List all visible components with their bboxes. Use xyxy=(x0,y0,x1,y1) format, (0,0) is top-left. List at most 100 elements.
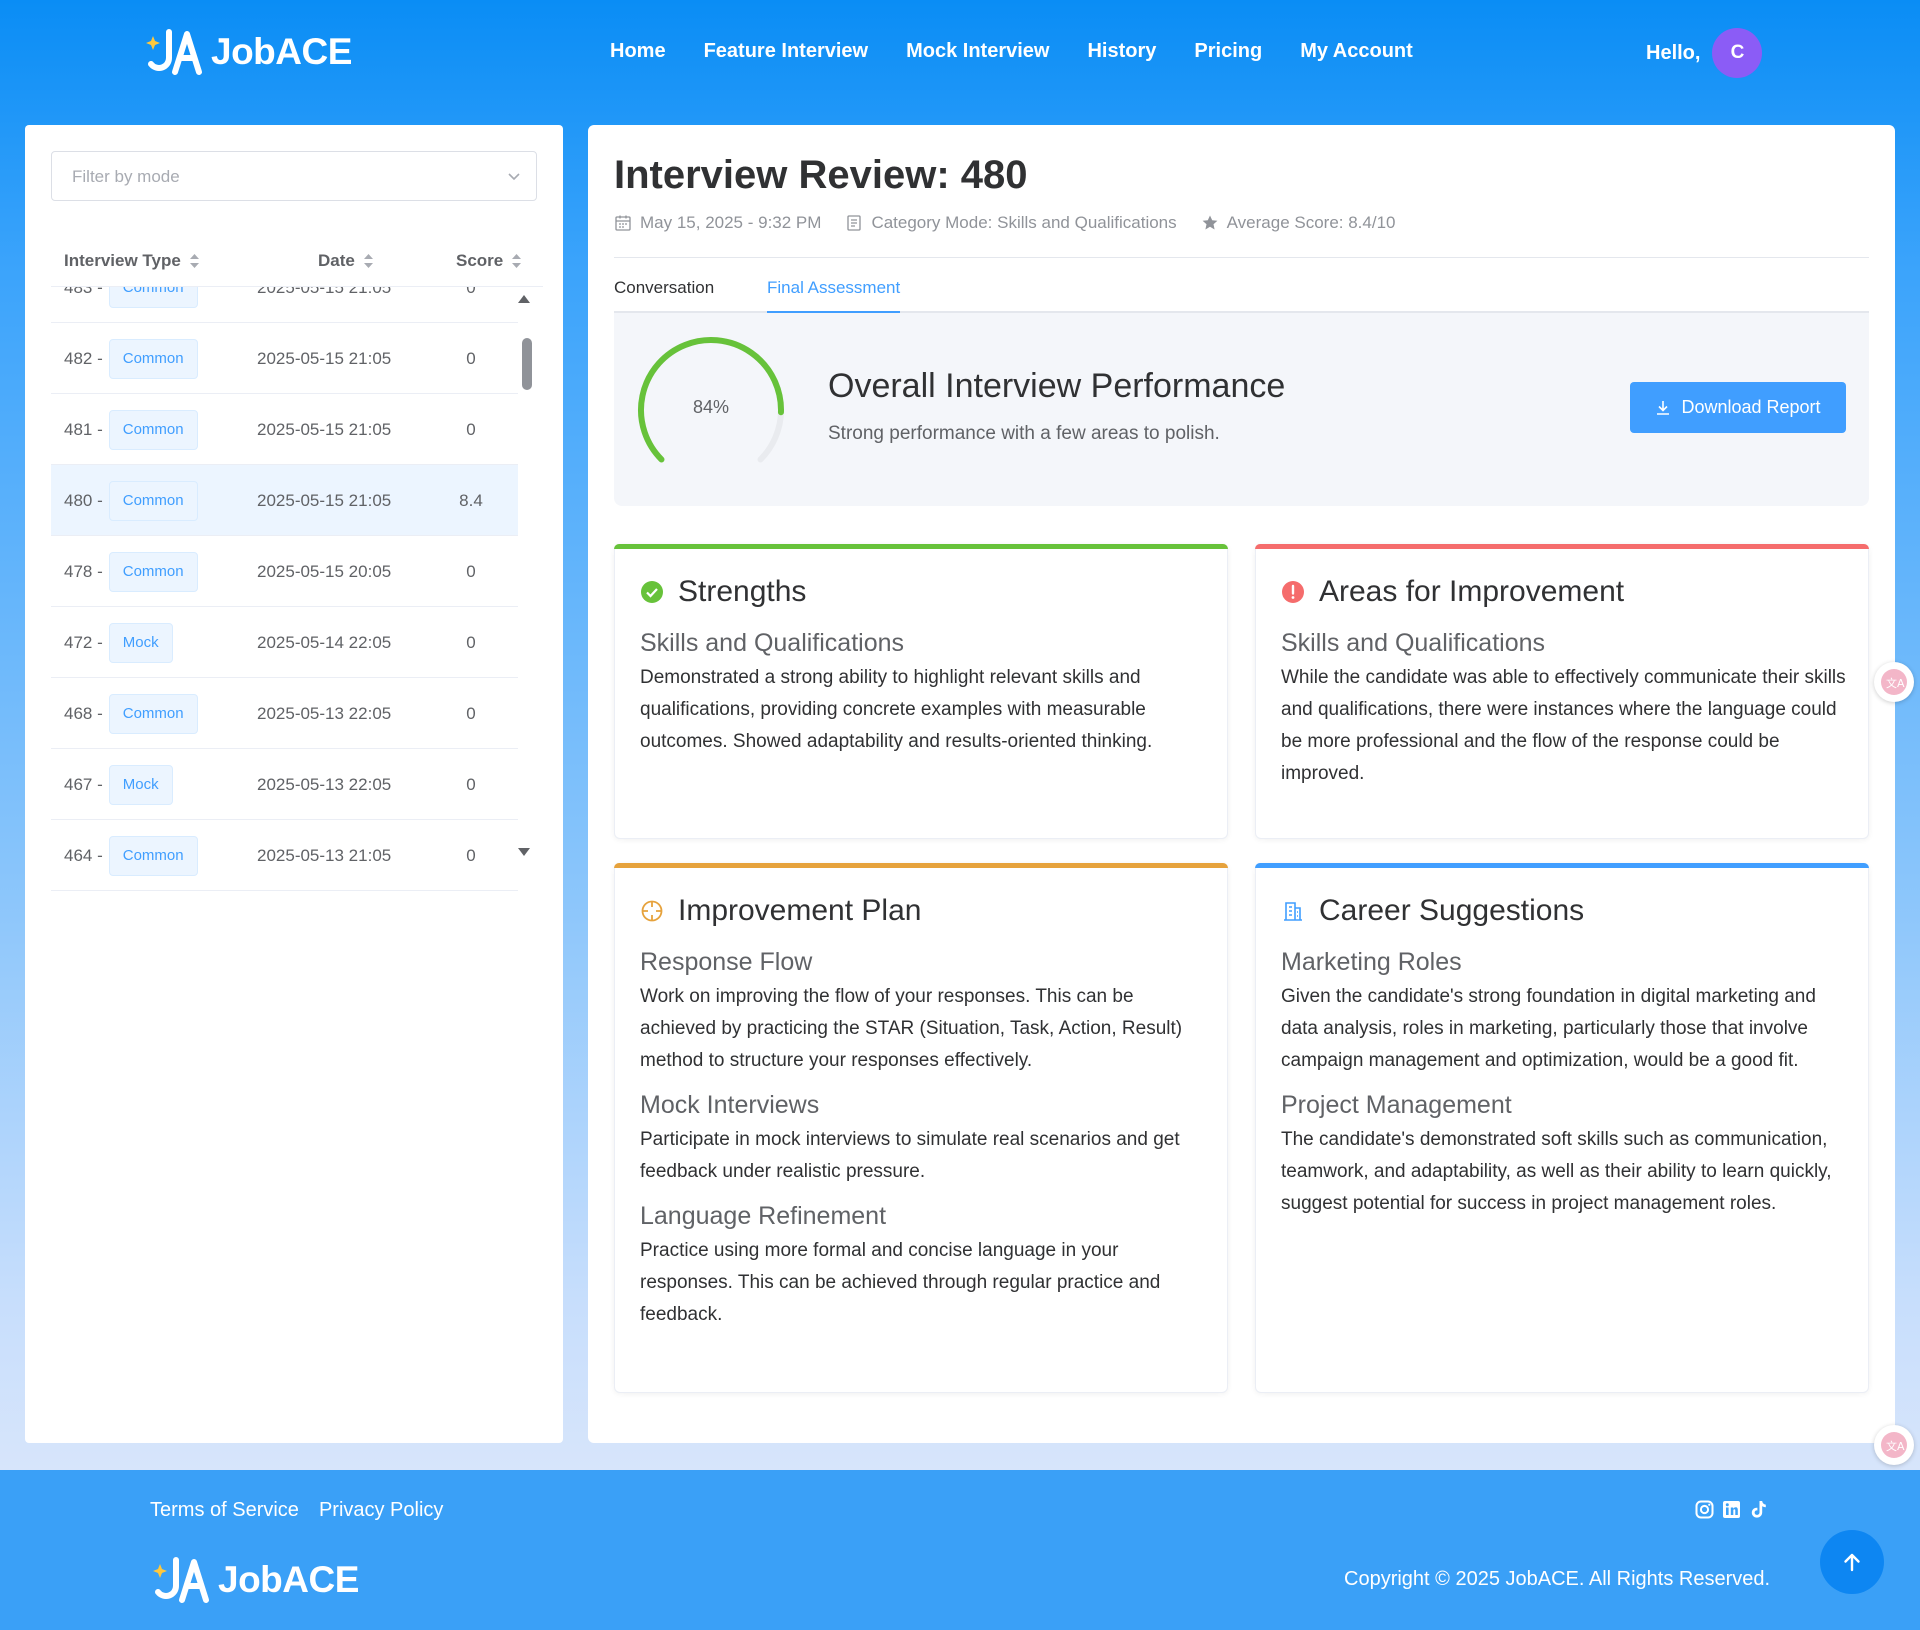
back-to-top-button[interactable] xyxy=(1820,1530,1884,1594)
history-sidebar: Filter by mode Interview Type Date Score… xyxy=(25,125,563,1443)
download-report-button[interactable]: Download Report xyxy=(1630,382,1846,433)
row-score: 0 xyxy=(466,703,476,723)
linkedin-icon[interactable] xyxy=(1721,1499,1742,1520)
translate-button[interactable]: 文A xyxy=(1874,662,1914,702)
mode-filter-select[interactable]: Filter by mode xyxy=(51,151,537,201)
type-tag: Common xyxy=(108,693,198,734)
terms-link[interactable]: Terms of Service xyxy=(150,1499,299,1522)
sort-icon xyxy=(363,254,373,268)
scrollbar-thumb[interactable] xyxy=(522,338,532,390)
row-id-cell: 482 - Common xyxy=(64,323,198,394)
tab-final-assessment[interactable]: Final Assessment xyxy=(767,270,901,313)
tiktok-icon[interactable] xyxy=(1748,1499,1769,1520)
table-row[interactable]: 481 - Common 2025-05-15 21:05 0 xyxy=(51,394,518,465)
nav-home[interactable]: Home xyxy=(610,40,666,63)
table-row[interactable]: 483 - Common 2025-05-15 21:05 0 xyxy=(51,287,518,323)
table-row[interactable]: 472 - Mock 2025-05-14 22:05 0 xyxy=(51,607,518,678)
document-icon xyxy=(847,215,862,231)
top-header: JobACE Home Feature Interview Mock Inter… xyxy=(0,0,1920,106)
card-title: Improvement Plan xyxy=(678,894,922,927)
instagram-icon[interactable] xyxy=(1694,1499,1715,1520)
nav-history[interactable]: History xyxy=(1087,40,1156,63)
row-id: 467 - xyxy=(64,774,103,794)
translate-button[interactable]: 文A xyxy=(1874,1425,1914,1465)
table-row[interactable]: 468 - Common 2025-05-13 22:05 0 xyxy=(51,678,518,749)
table-row[interactable]: 482 - Common 2025-05-15 21:05 0 xyxy=(51,323,518,394)
table-header: Interview Type Date Score xyxy=(51,235,543,287)
section-heading: Mock Interviews xyxy=(640,1091,820,1119)
sort-icon xyxy=(512,254,522,268)
scroll-down-arrow-icon[interactable] xyxy=(518,848,530,856)
site-footer: Terms of Service Privacy Policy JobACE C… xyxy=(0,1470,1920,1630)
column-interview-type[interactable]: Interview Type xyxy=(64,235,200,287)
table-row[interactable]: 464 - Common 2025-05-13 21:05 0 xyxy=(51,820,518,891)
nav-my-account[interactable]: My Account xyxy=(1300,40,1413,63)
performance-summary: 84% Overall Interview Performance Strong… xyxy=(614,313,1869,506)
card-accent-bar xyxy=(614,544,1228,549)
column-label: Interview Type xyxy=(64,251,181,270)
section-heading: Skills and Qualifications xyxy=(640,629,905,657)
row-score: 0 xyxy=(466,632,476,652)
nav-mock-interview[interactable]: Mock Interview xyxy=(906,40,1049,63)
office-building-icon xyxy=(1284,902,1302,921)
section-text: The candidate's demonstrated soft skills… xyxy=(1281,1129,1832,1214)
card-accent-bar xyxy=(1255,544,1869,549)
row-score: 0 xyxy=(466,845,476,865)
logo-mark-icon xyxy=(146,29,202,75)
warning-circle-icon xyxy=(1282,581,1304,603)
section-text: Practice using more formal and concise l… xyxy=(640,1240,1161,1325)
section-text: Work on improving the flow of your respo… xyxy=(640,986,1183,1071)
row-score: 8.4 xyxy=(459,490,483,510)
review-panel: Interview Review: 480 May 15, 2025 - 9:3… xyxy=(588,125,1895,1443)
logo-mark-icon xyxy=(153,1557,209,1603)
tab-conversation[interactable]: Conversation xyxy=(614,270,714,313)
meta-average-text: Average Score: 8.4/10 xyxy=(1226,213,1396,232)
section-heading: Project Management xyxy=(1281,1091,1512,1119)
scroll-up-arrow-icon[interactable] xyxy=(518,295,530,303)
card-title: Areas for Improvement xyxy=(1319,575,1625,608)
section-text: Participate in mock interviews to simula… xyxy=(640,1129,1180,1182)
column-score[interactable]: Score xyxy=(456,235,522,287)
row-id: 483 - xyxy=(64,287,103,297)
privacy-link[interactable]: Privacy Policy xyxy=(319,1499,443,1522)
row-date: 2025-05-13 22:05 xyxy=(257,703,392,723)
row-id: 468 - xyxy=(64,703,103,723)
page-title: Interview Review: 480 xyxy=(614,153,1028,197)
table-row[interactable]: 478 - Common 2025-05-15 20:05 0 xyxy=(51,536,518,607)
type-tag: Mock xyxy=(108,764,173,805)
arrow-up-icon xyxy=(1844,1553,1860,1572)
footer-brand-logo[interactable]: JobACE xyxy=(152,1556,359,1604)
main-nav: Home Feature Interview Mock Interview Hi… xyxy=(610,40,1413,63)
column-date[interactable]: Date xyxy=(318,235,374,287)
row-date: 2025-05-15 21:05 xyxy=(257,490,392,510)
section-heading: Language Refinement xyxy=(640,1202,887,1230)
divider xyxy=(614,257,1869,258)
type-tag: Common xyxy=(108,551,198,592)
row-id-cell: 468 - Common xyxy=(64,678,198,749)
brand-logo[interactable]: JobACE xyxy=(145,28,352,76)
card-header: Strengths xyxy=(640,575,806,609)
table-row[interactable]: 467 - Mock 2025-05-13 22:05 0 xyxy=(51,749,518,820)
section-text: Given the candidate's strong foundation … xyxy=(1281,986,1816,1071)
filter-placeholder: Filter by mode xyxy=(72,167,180,186)
row-id-cell: 481 - Common xyxy=(64,394,198,465)
copyright-text: Copyright © 2025 JobACE. All Rights Rese… xyxy=(1344,1568,1771,1590)
download-label: Download Report xyxy=(1681,397,1821,417)
card-body: Skills and Qualifications While the cand… xyxy=(1281,629,1849,804)
row-score: 0 xyxy=(466,287,476,297)
row-id: 464 - xyxy=(64,845,103,865)
avatar[interactable]: C xyxy=(1712,28,1763,78)
row-date: 2025-05-13 22:05 xyxy=(257,774,392,794)
gauge-percent-label: 84% xyxy=(692,397,730,417)
interview-table-body: 483 - Common 2025-05-15 21:05 0 482 - Comm… xyxy=(51,287,543,987)
career-suggestions-card: Career Suggestions Marketing Roles Given… xyxy=(1255,863,1869,1393)
meta-average: Average Score: 8.4/10 xyxy=(1201,213,1396,233)
table-row-selected[interactable]: 480 - Common 2025-05-15 21:05 8.4 xyxy=(51,465,518,536)
row-date: 2025-05-15 21:05 xyxy=(257,348,392,368)
type-tag: Mock xyxy=(108,622,173,663)
card-header: Improvement Plan xyxy=(640,894,921,928)
type-tag: Common xyxy=(108,338,198,379)
svg-text:文A: 文A xyxy=(1886,676,1905,690)
nav-feature-interview[interactable]: Feature Interview xyxy=(704,40,869,63)
nav-pricing[interactable]: Pricing xyxy=(1194,40,1262,63)
